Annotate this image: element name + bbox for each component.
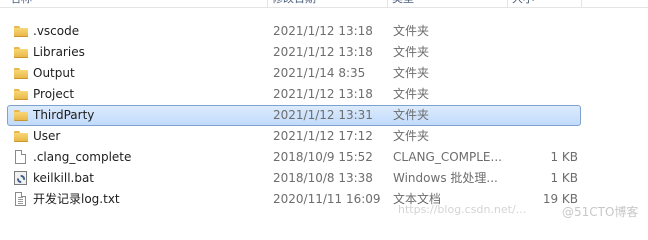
- text-file-icon: [13, 189, 29, 210]
- file-name: User: [33, 129, 61, 143]
- file-size: [508, 42, 578, 63]
- file-type: Windows 批处理...: [393, 171, 498, 185]
- file-size: [508, 126, 578, 147]
- file-size: [508, 105, 578, 126]
- file-date-modified: 2020/11/11 16:09: [273, 192, 381, 206]
- file-row[interactable]: Output 2021/1/14 8:35 文件夹: [0, 63, 648, 84]
- file-type: 文件夹: [393, 129, 430, 143]
- file-size: [508, 63, 578, 84]
- file-name: Libraries: [33, 45, 85, 59]
- file-row[interactable]: ThirdParty 2021/1/12 13:31 文件夹: [0, 105, 648, 126]
- file-row[interactable]: Project 2021/1/12 13:18 文件夹: [0, 84, 648, 105]
- folder-icon: [13, 105, 29, 126]
- folder-icon: [13, 84, 29, 105]
- batch-file-icon: [13, 168, 29, 189]
- file-row[interactable]: 开发记录log.txt 2020/11/11 16:09 文本文档 19 KB: [0, 189, 648, 210]
- folder-icon: [13, 63, 29, 84]
- column-type-header[interactable]: 类型: [388, 0, 508, 8]
- file-name: .clang_complete: [33, 150, 132, 164]
- file-row[interactable]: keilkill.bat 2018/10/8 13:38 Windows 批处理..…: [0, 168, 648, 189]
- file-type: 文件夹: [393, 45, 430, 59]
- file-explorer: 名称 修改日期 类型 大小 .vscode2021/1/12 13:18文件夹L…: [0, 0, 648, 232]
- file-size: 1 KB: [550, 150, 578, 164]
- column-size-header[interactable]: 大小: [508, 0, 582, 8]
- file-name: .vscode: [33, 24, 80, 38]
- column-header: 名称 修改日期 类型 大小: [0, 0, 648, 8]
- file-type: 文件夹: [393, 24, 430, 38]
- file-date-modified: 2018/10/9 15:52: [273, 150, 373, 164]
- folder-icon: [13, 42, 29, 63]
- file-date-modified: 2021/1/14 8:35: [273, 66, 366, 80]
- file-size: 1 KB: [550, 171, 578, 185]
- file-type: 文件夹: [393, 66, 430, 80]
- file-icon: [13, 147, 29, 168]
- file-row[interactable]: .vscode 2021/1/12 13:18 文件夹: [0, 21, 648, 42]
- file-name: ThirdParty: [33, 108, 95, 122]
- file-date-modified: 2021/1/12 13:18: [273, 45, 373, 59]
- file-name: Project: [33, 87, 75, 101]
- file-list: .vscode 2021/1/12 13:18 文件夹 Libraries 2021/1…: [0, 21, 648, 210]
- column-name-header[interactable]: 名称: [6, 0, 268, 8]
- file-type: 文件夹: [393, 87, 430, 101]
- file-row[interactable]: .clang_complete 2018/10/9 15:52 CLANG_COMP…: [0, 147, 648, 168]
- file-name: keilkill.bat: [33, 171, 95, 185]
- file-date-modified: 2021/1/12 13:18: [273, 87, 373, 101]
- watermark-url: https://blog.csdn.net/...: [398, 203, 527, 216]
- file-date-modified: 2018/10/8 13:38: [273, 171, 373, 185]
- file-date-modified: 2021/1/12 17:12: [273, 129, 373, 143]
- folder-icon: [13, 21, 29, 42]
- file-date-modified: 2021/1/12 13:18: [273, 24, 373, 38]
- file-row[interactable]: Libraries 2021/1/12 13:18 文件夹: [0, 42, 648, 63]
- column-date-header[interactable]: 修改日期: [268, 0, 388, 8]
- file-name: 开发记录log.txt: [33, 192, 120, 206]
- file-type: 文件夹: [393, 108, 430, 122]
- file-date-modified: 2021/1/12 13:31: [273, 108, 373, 122]
- file-type: CLANG_COMPLE...: [393, 150, 502, 164]
- file-size: [508, 21, 578, 42]
- file-size: [508, 84, 578, 105]
- file-name: Output: [33, 66, 75, 80]
- file-row[interactable]: User 2021/1/12 17:12 文件夹: [0, 126, 648, 147]
- folder-icon: [13, 126, 29, 147]
- watermark-brand: @51CTO博客: [562, 205, 639, 219]
